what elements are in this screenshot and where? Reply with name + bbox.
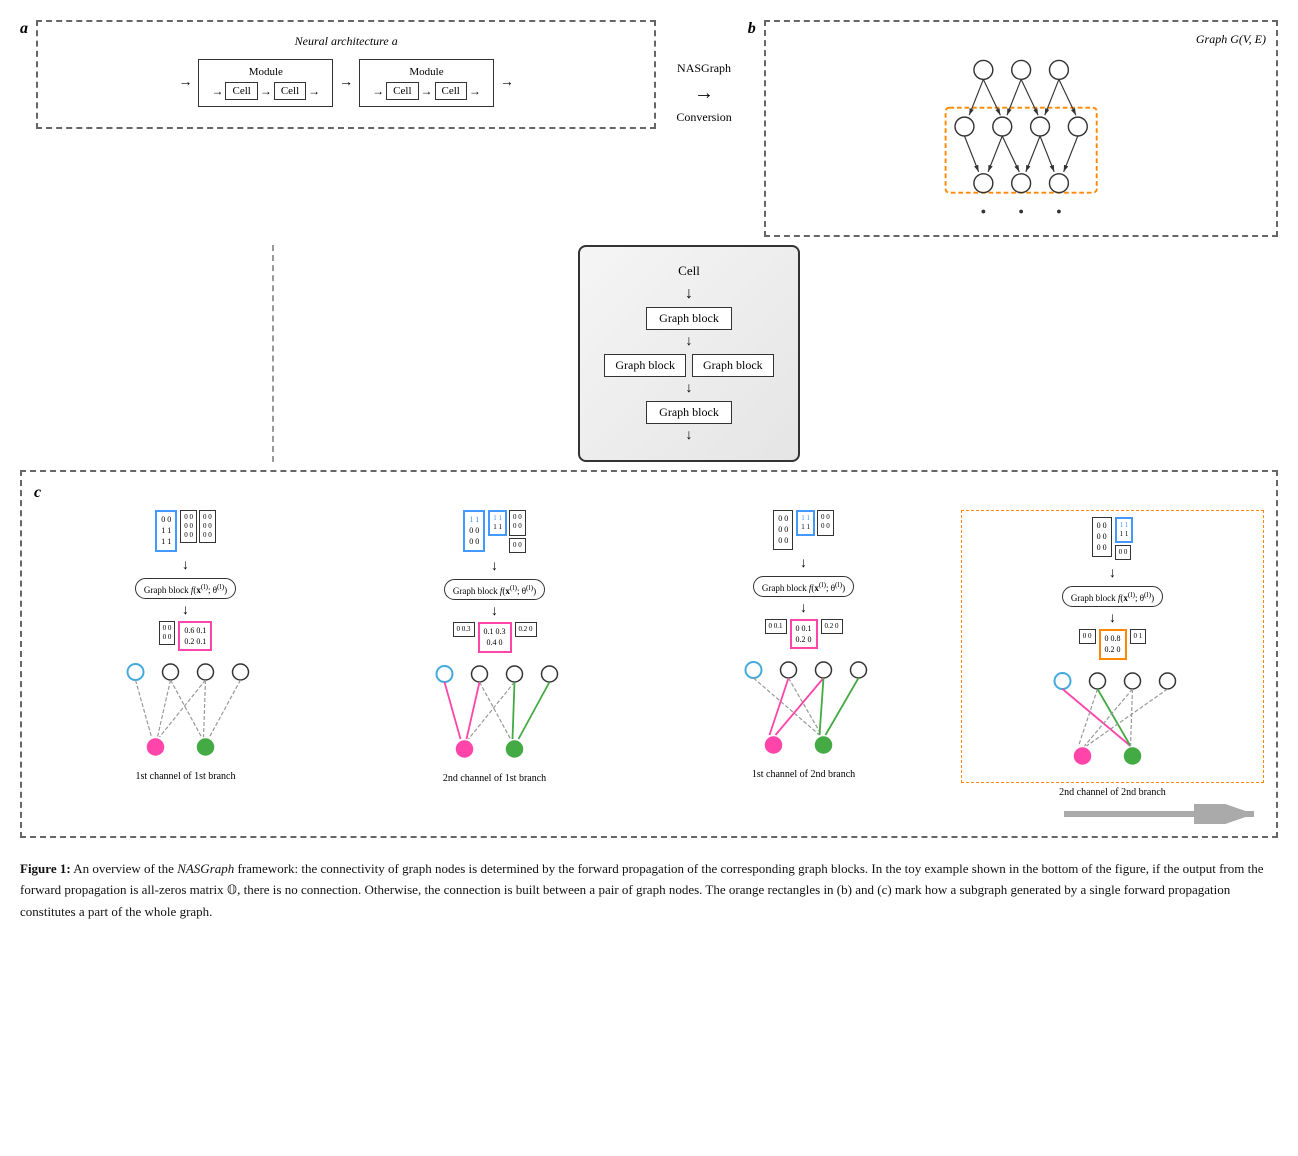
figure-container: a Neural architecture a → Module → xyxy=(20,20,1278,922)
col1-adj-1: 0 0 0 0 0 0 xyxy=(180,510,197,543)
module-1: Module → Cell → Cell → xyxy=(198,59,333,107)
col1-input-matrix: 0 0 1 1 1 1 xyxy=(155,510,177,552)
arrow-out-1: → xyxy=(308,84,320,99)
module-1-label: Module xyxy=(211,66,320,78)
graph-gve-label: Graph G(V, E) xyxy=(776,32,1266,47)
col2-adj-3: 0 0 xyxy=(509,538,526,553)
col1-output-small: 0 0 0 0 xyxy=(159,621,176,645)
bottom-right-arrow xyxy=(34,804,1264,824)
arrow-in-2: → xyxy=(372,84,384,99)
col4-graph-block-func: Graph block f(x(l); θ(l)) xyxy=(1062,586,1163,607)
col2-adj-2: 0 0 0 0 xyxy=(509,510,526,536)
cell-1: Cell xyxy=(225,82,257,100)
arrow-1-2: → xyxy=(260,84,272,99)
cell-section: Cell ↓ Graph block ↓ Graph block Graph b… xyxy=(20,245,1278,462)
module-2-label: Module xyxy=(372,66,481,78)
conversion-arrow: → xyxy=(694,79,714,107)
col2-adj-1: 1 1 1 1 xyxy=(488,510,507,536)
col4-output-orange: 0 0.8 0.2 0 xyxy=(1099,629,1127,659)
cell-4: Cell xyxy=(435,82,467,100)
col3-output-right: 0.2 0 xyxy=(821,619,843,634)
col3-down-arrow-2: ↓ xyxy=(800,601,807,617)
col3-output-small: 0 0.1 xyxy=(765,619,787,634)
cell-label: Cell xyxy=(604,263,773,279)
arrow-out-2: → xyxy=(469,84,481,99)
col1-caption: 1st channel of 1st branch xyxy=(136,771,236,782)
down-arrow-2: ↓ xyxy=(686,381,693,397)
col3-graph-viz xyxy=(652,655,955,765)
module-2: Module → Cell → Cell → xyxy=(359,59,494,107)
col3-output-pink: 0 0.1 0.2 0 xyxy=(790,619,818,649)
column-4: 0 0 0 0 0 0 1 1 1 1 xyxy=(961,510,1264,798)
caption-title: Figure 1: xyxy=(20,861,71,876)
conversion-label: Conversion xyxy=(676,109,731,126)
neural-arch-label: Neural architecture a xyxy=(54,34,638,49)
column-2: 1 1 0 0 0 0 1 1 1 1 0 0 0 xyxy=(343,510,646,798)
col4-adj-2: 0 0 xyxy=(1115,545,1132,560)
col3-caption: 1st channel of 2nd branch xyxy=(752,769,855,780)
col4-graph-viz xyxy=(968,666,1257,776)
down-arrow-1: ↓ xyxy=(686,334,693,350)
arrow-in-1: → xyxy=(211,84,223,99)
down-arrow-3: ↓ xyxy=(686,428,693,444)
col2-down-arrow: ↓ xyxy=(491,559,498,575)
gb-mid-right: Graph block xyxy=(692,354,774,377)
col4-down-arrow-2: ↓ xyxy=(1109,611,1116,627)
column-3: 0 0 0 0 0 0 1 1 1 1 0 0 0 xyxy=(652,510,955,798)
panel-c-label: c xyxy=(34,484,41,502)
gb-mid-left: Graph block xyxy=(604,354,686,377)
col4-adj-1: 1 1 1 1 xyxy=(1115,517,1134,543)
col3-adj-2: 0 0 0 0 xyxy=(817,510,834,536)
panel-a-label: a xyxy=(20,20,28,38)
down-arrow-into-cell: ↓ xyxy=(604,285,773,303)
nasgraph-label: NASGraph xyxy=(677,60,731,77)
column-1: 0 0 1 1 1 1 0 0 0 0 0 0 xyxy=(34,510,337,798)
panel-b-label: b xyxy=(748,20,756,38)
gb-top: Graph block xyxy=(646,307,732,330)
col4-output-small: 0 0 xyxy=(1079,629,1096,644)
panel-c-container: c 0 0 1 1 1 1 xyxy=(20,470,1278,838)
col3-down-arrow: ↓ xyxy=(800,556,807,572)
gb-bottom: Graph block xyxy=(646,401,732,424)
col1-down-arrow-2: ↓ xyxy=(182,603,189,619)
graph-gve-svg xyxy=(776,51,1266,221)
col4-output-right: 0 1 xyxy=(1130,629,1147,644)
arrow-3-4: → xyxy=(421,84,433,99)
col2-graph-block-func: Graph block f(x(l); θ(l)) xyxy=(444,579,545,600)
col1-graph-block-func: Graph block f(x(l); θ(l)) xyxy=(135,578,236,599)
col2-graph-viz xyxy=(343,659,646,769)
input-arrow: → xyxy=(178,75,192,91)
col1-down-arrow: ↓ xyxy=(182,558,189,574)
col1-output-pink: 0.6 0.1 0.2 0.1 xyxy=(178,621,212,651)
col2-output-right: 0.2 0 xyxy=(515,622,537,637)
col2-output-small: 0 0.3 xyxy=(453,622,475,637)
output-arrow: → xyxy=(500,75,514,91)
col3-input-matrix: 0 0 0 0 0 0 xyxy=(773,510,793,550)
figure-caption: Figure 1: An overview of the NASGraph fr… xyxy=(20,858,1278,922)
cell-3: Cell xyxy=(386,82,418,100)
nasgraph-conversion: NASGraph → Conversion xyxy=(666,20,741,126)
panel-a: a Neural architecture a → Module → xyxy=(20,20,666,129)
col2-down-arrow-2: ↓ xyxy=(491,604,498,620)
col4-down-arrow: ↓ xyxy=(1109,566,1116,582)
cell-inner-box: Cell ↓ Graph block ↓ Graph block Graph b… xyxy=(578,245,799,462)
col2-caption: 2nd channel of 1st branch xyxy=(443,773,546,784)
caption-text: An overview of the NASGraph framework: t… xyxy=(20,861,1264,919)
col3-adj-1: 1 1 1 1 xyxy=(796,510,815,536)
cell-2: Cell xyxy=(274,82,306,100)
col4-caption: 2nd channel of 2nd branch xyxy=(1059,787,1166,798)
col2-output-pink: 0.1 0.3 0.4 0 xyxy=(478,622,512,652)
col4-input-matrix: 0 0 0 0 0 0 xyxy=(1092,517,1112,557)
panel-b: b Graph G(V, E) xyxy=(742,20,1278,237)
col1-adj-2: 0 0 0 0 0 0 xyxy=(199,510,216,543)
col3-graph-block-func: Graph block f(x(l); θ(l)) xyxy=(753,576,854,597)
arrow-between-modules: → xyxy=(339,75,353,91)
col2-input-matrix: 1 1 0 0 0 0 xyxy=(463,510,485,552)
col1-graph-viz xyxy=(34,657,337,767)
